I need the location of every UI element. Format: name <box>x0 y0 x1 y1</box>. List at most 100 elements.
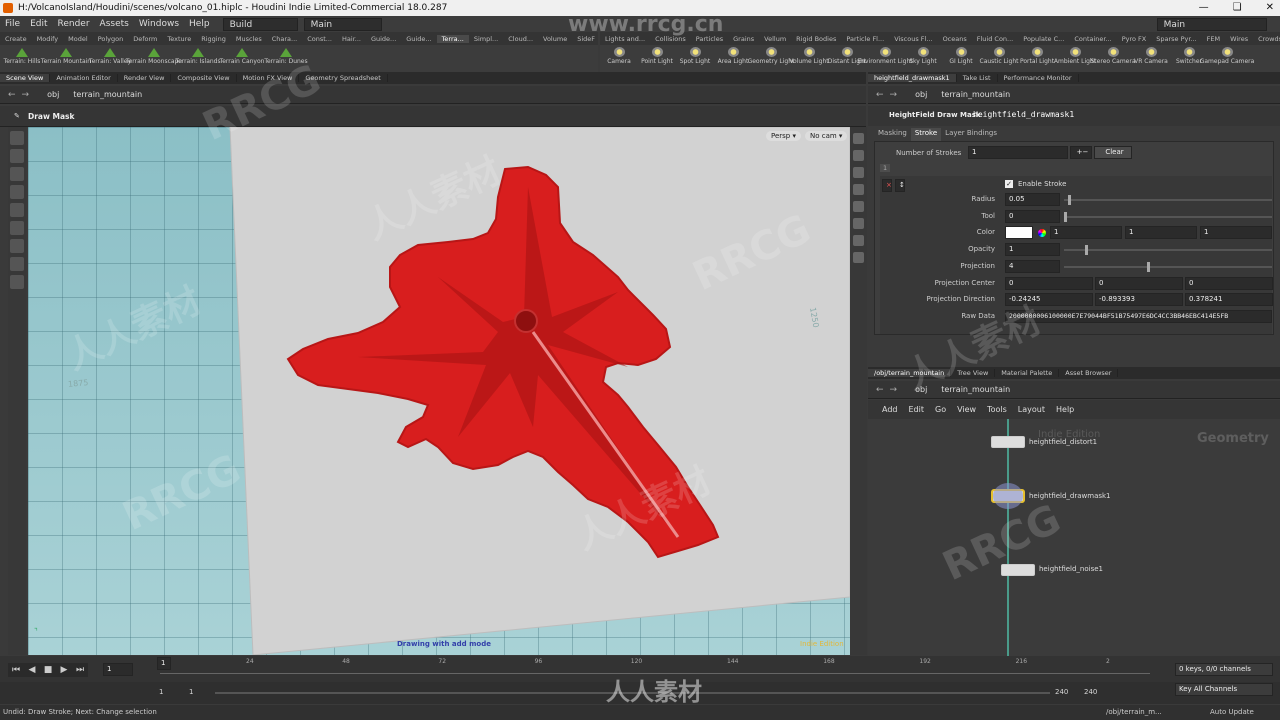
param-slider[interactable] <box>1064 249 1272 252</box>
remove-instance-icon[interactable]: × <box>882 179 892 192</box>
shelf-tab[interactable]: Lights and... <box>600 35 650 43</box>
jump-start-icon[interactable]: ⏮ <box>8 663 24 677</box>
param-slider-knob[interactable] <box>1064 211 1067 222</box>
shelf-tool[interactable]: Terrain: Dunes <box>264 45 308 72</box>
shelf-tool[interactable]: Terrain: Hills <box>0 45 44 72</box>
right-desktop-dropdown[interactable]: Main <box>1156 17 1267 31</box>
param-field[interactable]: 4 <box>1005 259 1060 273</box>
param-path-terrain[interactable]: terrain_mountain <box>941 90 1010 99</box>
param-pane-tab[interactable]: heightfield_drawmask1 <box>868 74 957 82</box>
shelf-tool[interactable]: VR Camera <box>1132 45 1170 72</box>
network-forward-icon[interactable]: → <box>890 385 898 395</box>
minimize-icon[interactable]: — <box>1199 0 1209 16</box>
forward-icon[interactable]: → <box>22 90 30 100</box>
shelf-tab[interactable]: Simpl... <box>469 35 503 43</box>
network-path-obj[interactable]: obj <box>915 385 927 394</box>
menu-edit[interactable]: Edit <box>25 19 52 29</box>
play-icon[interactable]: ▶ <box>56 663 72 677</box>
shelf-tab[interactable]: Create <box>0 35 32 43</box>
param-field[interactable]: 0 <box>1095 276 1183 290</box>
shelf-tab[interactable]: Viscous Fl... <box>889 35 937 43</box>
shelf-tab[interactable]: Chara... <box>267 35 303 43</box>
shelf-tab[interactable]: Particle Fl... <box>841 35 889 43</box>
insert-instance-icon[interactable]: ↕ <box>895 179 905 192</box>
shelf-tool[interactable]: Terrain Moonscape <box>126 45 182 72</box>
shelf-tool[interactable]: Terrain Mountain <box>41 45 91 72</box>
shelf-tab[interactable]: Sparse Pyr... <box>1151 35 1201 43</box>
scene-pane-tab[interactable]: Render View <box>118 74 172 82</box>
range-end[interactable]: 240 <box>1084 688 1097 696</box>
display-icon[interactable] <box>853 184 864 195</box>
param-back-icon[interactable]: ← <box>876 90 884 100</box>
step-back-icon[interactable]: ◀ <box>24 663 40 677</box>
shelf-tab[interactable]: Fluid Con... <box>972 35 1019 43</box>
shelf-tab[interactable]: Texture <box>162 35 196 43</box>
shelf-tab[interactable]: Collisions <box>650 35 691 43</box>
param-forward-icon[interactable]: → <box>890 90 898 100</box>
back-icon[interactable]: ← <box>8 90 16 100</box>
shelf-tab[interactable]: Oceans <box>938 35 972 43</box>
scene-pane-tab[interactable]: Motion FX View <box>237 74 300 82</box>
menu-render[interactable]: Render <box>53 19 95 29</box>
timeline-ruler[interactable] <box>160 664 1150 674</box>
shelf-tool[interactable]: Terrain: Islands <box>175 45 221 72</box>
stop-icon[interactable]: ■ <box>40 663 56 677</box>
range-end-sub[interactable]: 240 <box>1055 688 1068 696</box>
shelf-tab[interactable]: Crowds <box>1253 35 1280 43</box>
jump-end-icon[interactable]: ⏭ <box>72 663 88 677</box>
shelf-tab[interactable]: Guide... <box>366 35 401 43</box>
shelf-tab[interactable]: Modify <box>32 35 64 43</box>
shelf-tool[interactable]: Caustic Light <box>980 45 1019 72</box>
param-field[interactable]: -0.24245 <box>1005 293 1093 307</box>
color-picker-icon[interactable] <box>1038 229 1046 238</box>
shelf-tool[interactable]: Environment Light <box>857 45 913 72</box>
network-menu-item[interactable]: View <box>957 405 976 414</box>
shelf-tool[interactable]: Gamepad Camera <box>1200 45 1254 72</box>
enable-stroke-checkbox[interactable]: ✓ <box>1005 180 1013 188</box>
network-menu-item[interactable]: Add <box>882 405 898 414</box>
shelf-tool[interactable]: Portal Light <box>1018 45 1056 72</box>
pose-tool-icon[interactable] <box>10 239 24 253</box>
shelf-tab[interactable]: Terra... <box>436 34 469 43</box>
rotate-tool-icon[interactable] <box>10 203 24 217</box>
points-icon[interactable] <box>853 201 864 212</box>
param-slider-knob[interactable] <box>1147 261 1151 272</box>
desktop-dropdown[interactable]: Build <box>222 17 298 31</box>
network-pane-tab[interactable]: Material Palette <box>995 369 1060 377</box>
grid-icon[interactable] <box>853 252 864 263</box>
menu-file[interactable]: File <box>0 19 25 29</box>
shading-icon[interactable] <box>853 167 864 178</box>
path-terrain-mountain[interactable]: terrain_mountain <box>73 90 142 99</box>
persp-menu[interactable]: Persp ▾ <box>766 131 801 141</box>
view-tool-icon[interactable] <box>10 149 24 163</box>
shelf-tool[interactable]: Volume Light <box>789 45 829 72</box>
shelf-tab[interactable]: Rigid Bodies <box>791 35 841 43</box>
shelf-tab[interactable]: Cloud... <box>503 35 538 43</box>
param-field[interactable]: 2000000006100000E7E79044BF51B75497E6DC4C… <box>1005 309 1272 323</box>
shelf-tab[interactable]: Rigging <box>196 35 231 43</box>
shelf-tab[interactable]: FEM <box>1202 35 1225 43</box>
add-remove-stroke-button[interactable]: +− <box>1070 146 1092 159</box>
close-icon[interactable]: ✕ <box>1266 0 1274 16</box>
normals-icon[interactable] <box>853 218 864 229</box>
network-menu-item[interactable]: Edit <box>909 405 925 414</box>
param-field[interactable]: 0 <box>1005 209 1060 223</box>
shelf-tool[interactable]: Ambient Light <box>1054 45 1096 72</box>
shelf-tab[interactable]: Container... <box>1069 35 1116 43</box>
scene-pane-tab[interactable]: Animation Editor <box>50 74 118 82</box>
timeline-playhead[interactable]: 1 <box>157 657 171 670</box>
key-all-channels-menu[interactable]: Key All Channels <box>1175 683 1273 696</box>
param-slider-knob[interactable] <box>1084 245 1088 256</box>
snap-icon[interactable] <box>853 235 864 246</box>
param-pane-tab[interactable]: Performance Monitor <box>998 74 1079 82</box>
param-field[interactable]: 1 <box>1050 226 1122 240</box>
shelf-tool[interactable]: Point Light <box>638 45 676 72</box>
shelf-tab[interactable]: Volume <box>538 35 572 43</box>
lock-icon[interactable] <box>853 133 864 144</box>
range-start-sub[interactable]: 1 <box>189 688 193 696</box>
shelf-tab[interactable]: SideF <box>572 35 598 43</box>
param-subtab[interactable]: Masking <box>874 128 911 141</box>
shelf-tool[interactable]: Camera <box>600 45 638 72</box>
status-path[interactable]: /obj/terrain_m... <box>1106 705 1162 720</box>
shelf-tab[interactable]: Wires <box>1225 35 1253 43</box>
